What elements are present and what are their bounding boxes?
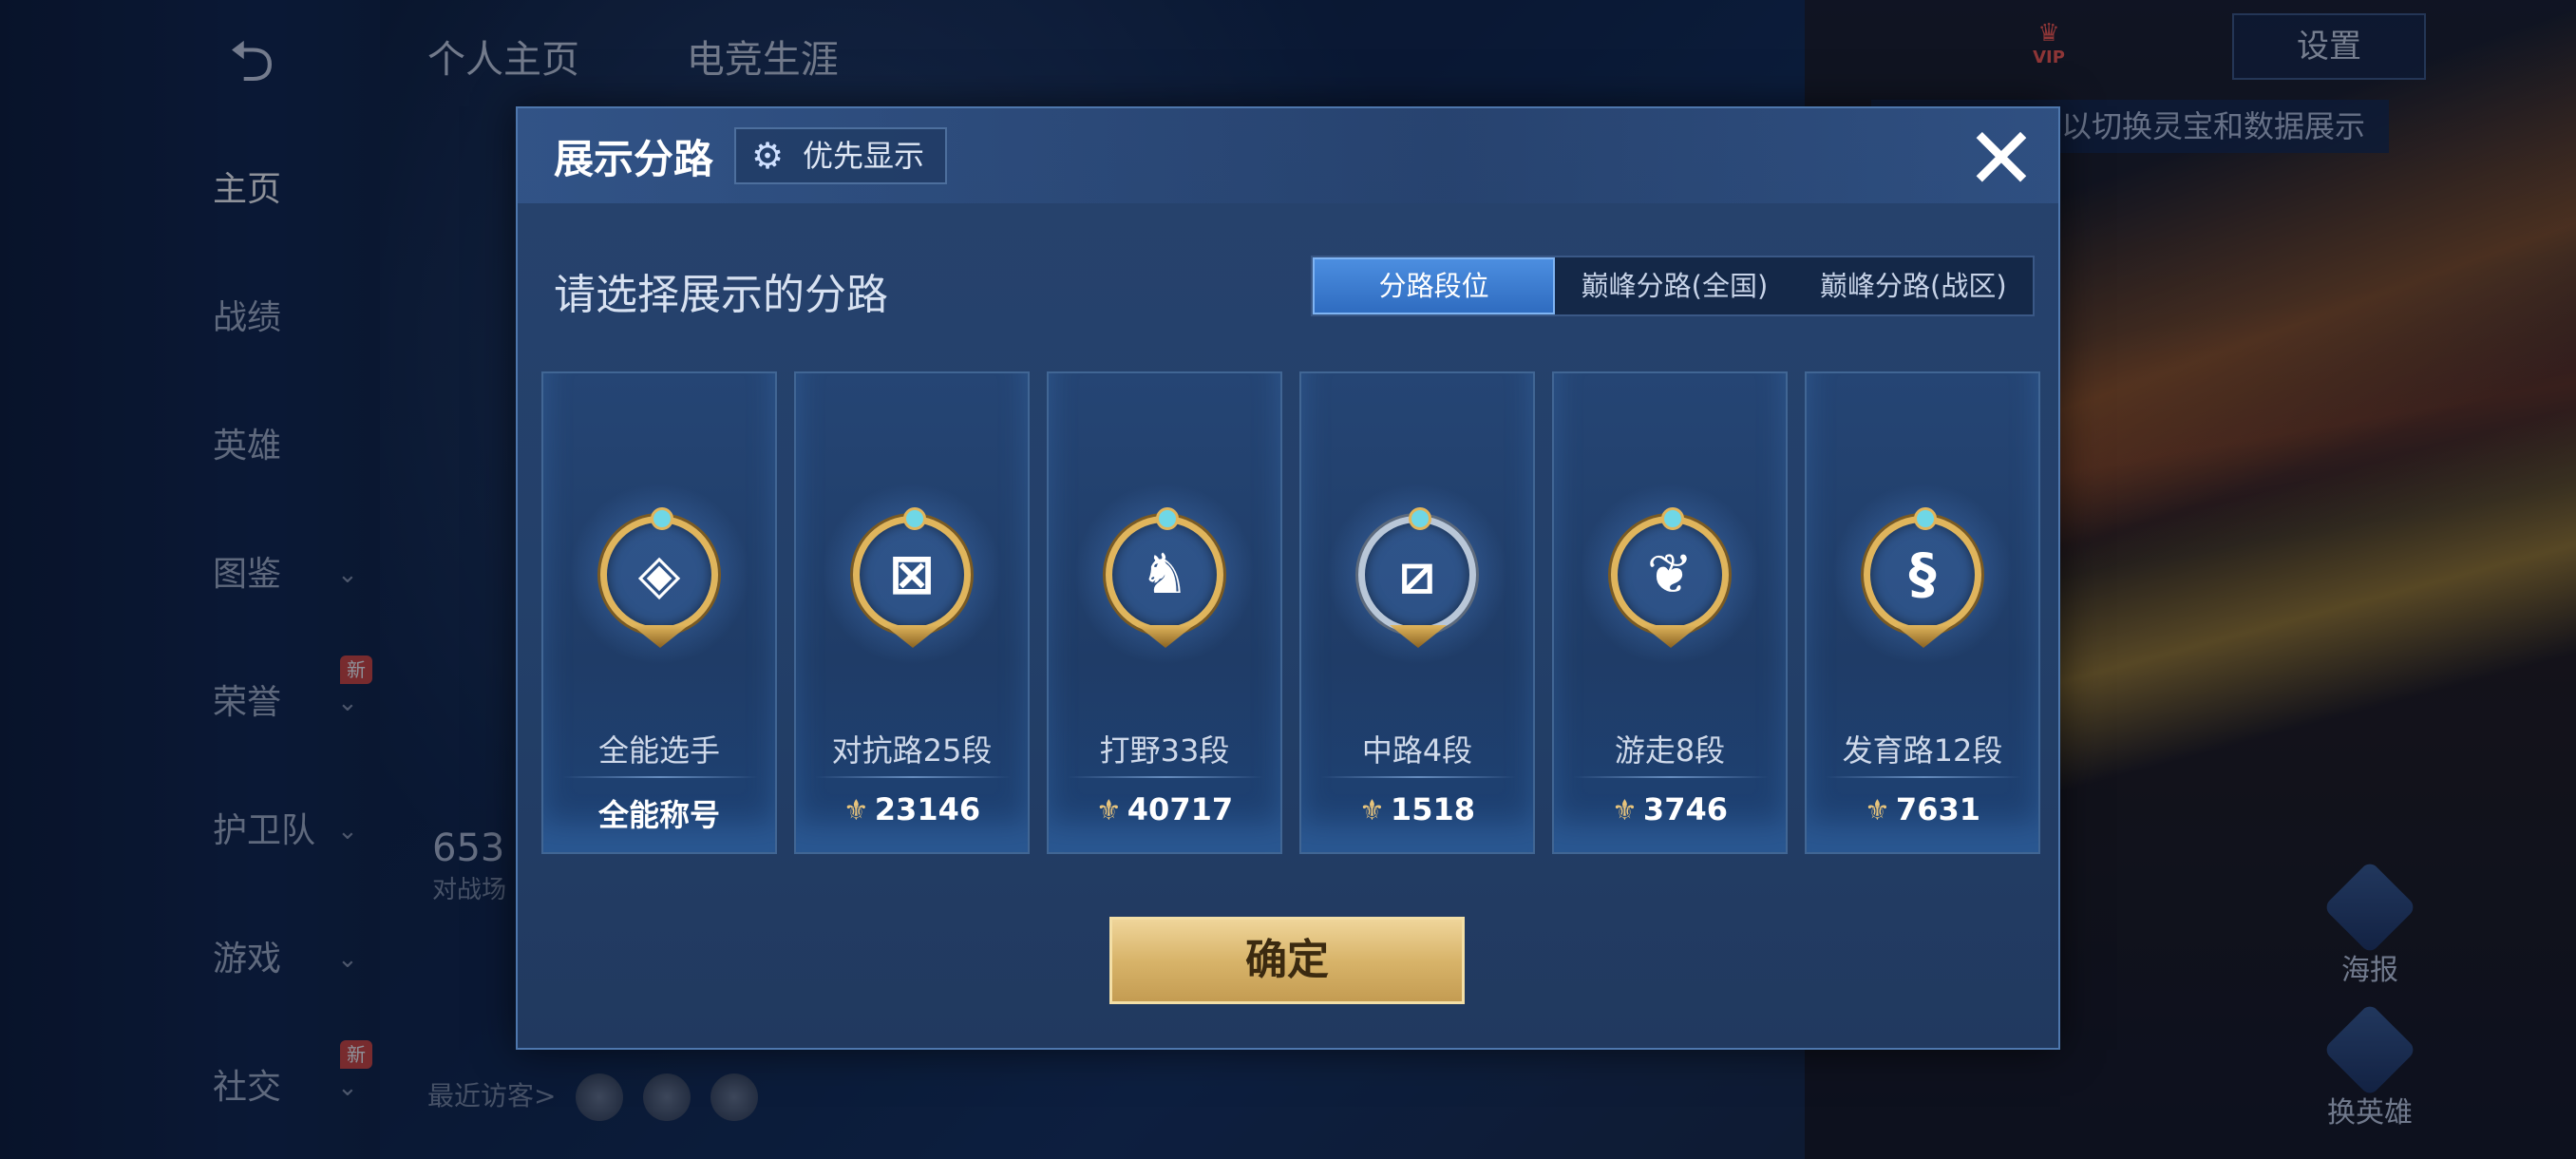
mid-lane-medal-icon: ⧄ bbox=[1358, 507, 1476, 648]
peak-points-icon: ⚜ bbox=[1359, 794, 1385, 827]
lane-card-name: 中路4段 bbox=[1361, 732, 1473, 769]
farm-lane-medal-icon: § bbox=[1864, 507, 1981, 648]
gem-icon bbox=[1409, 507, 1431, 530]
gem-icon bbox=[1914, 507, 1937, 530]
lane-card-score: 全能称号 bbox=[543, 791, 775, 835]
lane-card[interactable]: ◈ 全能选手全能称号 bbox=[541, 371, 777, 854]
peak-points-icon: ⚜ bbox=[1612, 794, 1638, 827]
divider bbox=[1573, 776, 1769, 778]
lane-card-score-value: 全能称号 bbox=[597, 797, 720, 833]
priority-display-label: 优先显示 bbox=[803, 138, 925, 174]
lane-card-score: ⚜ 1518 bbox=[1301, 791, 1533, 827]
divider bbox=[1320, 776, 1516, 778]
jungle-medal-icon: ♞ bbox=[1106, 507, 1223, 648]
dialog-title: 展示分路 bbox=[554, 136, 714, 182]
clash-lane-medal-icon: ⊠ bbox=[853, 507, 971, 648]
gem-icon bbox=[1661, 507, 1684, 530]
peak-points-icon: ⚜ bbox=[843, 794, 869, 827]
tab-peak-lane-region[interactable]: 巅峰分路(战区) bbox=[1794, 257, 2033, 314]
lane-card-name: 游走8段 bbox=[1614, 732, 1726, 769]
dialog-subtitle: 请选择展示的分路 bbox=[554, 271, 888, 319]
peak-points-icon: ⚜ bbox=[1095, 794, 1122, 827]
lane-display-dialog: 展示分路 ⚙ 优先显示 ✕ 请选择展示的分路 分路段位 巅峰分路(全国) 巅峰分… bbox=[516, 106, 2060, 1050]
close-button[interactable]: ✕ bbox=[1963, 117, 2039, 202]
lane-card-name: 发育路12段 bbox=[1842, 732, 2003, 769]
lane-card[interactable]: ♞ 打野33段 ⚜ 40717 bbox=[1047, 371, 1282, 854]
lane-card[interactable]: ⧄ 中路4段 ⚜ 1518 bbox=[1299, 371, 1535, 854]
gear-icon: ⚙ bbox=[751, 135, 785, 177]
gem-icon bbox=[1156, 507, 1179, 530]
divider bbox=[815, 776, 1011, 778]
gem-icon bbox=[651, 507, 673, 530]
tab-peak-lane-national[interactable]: 巅峰分路(全国) bbox=[1555, 257, 1793, 314]
gem-icon bbox=[903, 507, 926, 530]
confirm-button[interactable]: 确定 bbox=[1109, 917, 1465, 1004]
divider bbox=[562, 776, 758, 778]
lane-card-score-value: 3746 bbox=[1642, 791, 1728, 827]
tab-lane-rank[interactable]: 分路段位 bbox=[1313, 257, 1556, 314]
lane-card-score-value: 1518 bbox=[1390, 791, 1475, 827]
lane-card-name: 对抗路25段 bbox=[831, 732, 993, 769]
divider bbox=[1826, 776, 2021, 778]
lane-card[interactable]: ❦ 游走8段 ⚜ 3746 bbox=[1552, 371, 1788, 854]
lane-card-score-value: 40717 bbox=[1127, 791, 1234, 827]
roam-medal-icon: ❦ bbox=[1611, 507, 1729, 648]
lane-tabs: 分路段位 巅峰分路(全国) 巅峰分路(战区) bbox=[1311, 256, 2035, 316]
lane-card-name: 打野33段 bbox=[1099, 732, 1230, 769]
lane-card[interactable]: § 发育路12段 ⚜ 7631 bbox=[1805, 371, 2040, 854]
peak-points-icon: ⚜ bbox=[1865, 794, 1890, 827]
lane-card-name: 全能选手 bbox=[597, 732, 720, 769]
lane-card-score-value: 7631 bbox=[1895, 791, 1980, 827]
lane-card-score: ⚜ 23146 bbox=[796, 791, 1028, 827]
priority-display-button[interactable]: ⚙ 优先显示 bbox=[734, 127, 947, 184]
lane-card-score-value: 23146 bbox=[874, 791, 981, 827]
lane-card-score: ⚜ 40717 bbox=[1049, 791, 1280, 827]
close-icon: ✕ bbox=[1965, 109, 2037, 209]
lane-card-score: ⚜ 7631 bbox=[1807, 791, 2038, 827]
divider bbox=[1068, 776, 1263, 778]
lane-cards: ◈ 全能选手 全能称号 ⊠ 对抗路25段 ⚜ 23146 ♞ 打野33段 ⚜ 40717 ⧄ 中路4段 ⚜… bbox=[541, 371, 2040, 854]
lane-card[interactable]: ⊠ 对抗路25段 ⚜ 23146 bbox=[794, 371, 1030, 854]
lane-card-score: ⚜ 3746 bbox=[1554, 791, 1786, 827]
all-round-medal-icon: ◈ bbox=[600, 507, 718, 648]
